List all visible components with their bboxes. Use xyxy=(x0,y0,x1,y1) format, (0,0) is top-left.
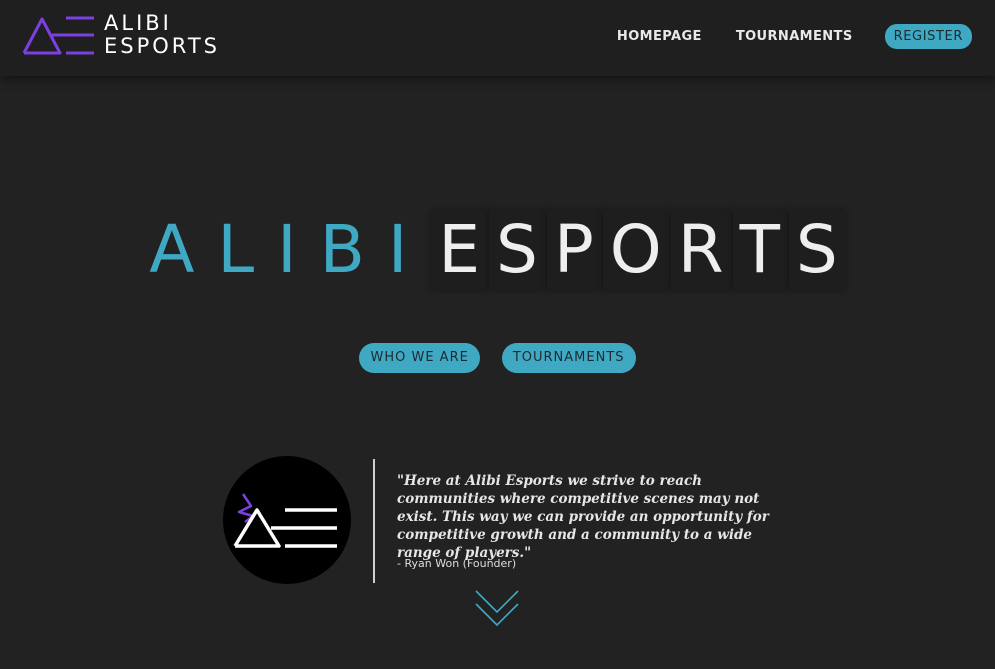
quote-divider xyxy=(373,459,375,583)
register-button[interactable]: REGISTER xyxy=(884,24,972,49)
hero-letter: R xyxy=(670,210,731,290)
site-header: ALIBI ESPORTS HOMEPAGE TOURNAMENTS REGIS… xyxy=(0,0,995,76)
brand-name-line1: ALIBI xyxy=(104,11,172,35)
hero-letter: T xyxy=(732,210,787,290)
brand-name-line2: ESPORTS xyxy=(104,34,221,58)
nav-tournaments-link[interactable]: TOURNAMENTS xyxy=(736,29,853,44)
hero-cta-row: WHO WE ARE TOURNAMENTS xyxy=(0,343,995,373)
founder-avatar xyxy=(223,456,351,584)
hero-letter: S xyxy=(489,210,545,290)
nav-homepage-link[interactable]: HOMEPAGE xyxy=(617,29,702,44)
quote-attribution: - Ryan Won (Founder) xyxy=(397,557,517,570)
hero-tournaments-button[interactable]: TOURNAMENTS xyxy=(501,343,636,373)
founder-quote: "Here at Alibi Esports we strive to reac… xyxy=(397,473,769,561)
page: ALIBI ESPORTS HOMEPAGE TOURNAMENTS REGIS… xyxy=(0,0,995,669)
brand-name: ALIBI ESPORTS xyxy=(104,12,220,58)
alibi-ae-logo-icon xyxy=(22,16,94,55)
hero-title-esports: ESPORTS xyxy=(430,210,845,290)
double-chevron-down-icon[interactable] xyxy=(474,588,520,628)
hero-letter: O xyxy=(602,210,669,290)
hero-title: ALIBI E S P O R T S xyxy=(0,210,995,290)
hero-letter: S xyxy=(788,210,845,290)
brand-logo-link[interactable]: ALIBI ESPORTS xyxy=(22,12,220,58)
hero-letter: E xyxy=(431,210,488,290)
hero-title-alibi: ALIBI xyxy=(149,211,431,288)
main-nav: HOMEPAGE TOURNAMENTS REGISTER xyxy=(583,24,972,49)
alibi-ae-avatar-icon xyxy=(233,493,337,548)
who-we-are-button[interactable]: WHO WE ARE xyxy=(359,343,480,373)
hero-letter: P xyxy=(546,210,601,290)
